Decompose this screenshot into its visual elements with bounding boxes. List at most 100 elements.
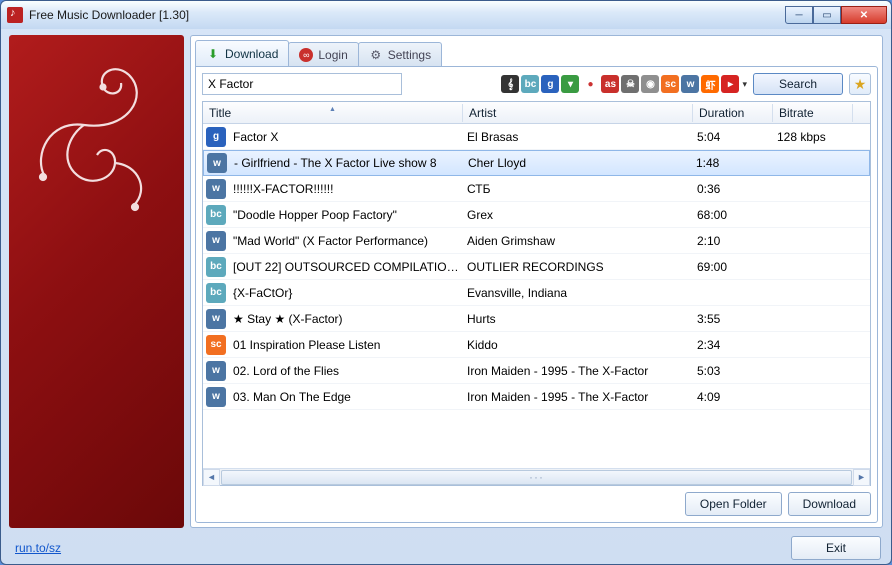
download-button[interactable]: Download (788, 492, 871, 516)
source-soundcloud-alt-icon[interactable]: ▾ (561, 75, 579, 93)
cell-bitrate: 128 kbps (773, 130, 853, 144)
source-soundcloud-icon: sc (206, 335, 226, 355)
tabs: ⬇ Download ∞ Login ⚙ Settings (195, 40, 878, 66)
search-input[interactable] (202, 73, 402, 95)
cell-title: "Mad World" (X Factor Performance) (229, 234, 463, 248)
source-vk-icon: w (206, 179, 226, 199)
tab-login[interactable]: ∞ Login (288, 42, 358, 66)
table-row[interactable]: sc01 Inspiration Please ListenKiddo2:34 (203, 332, 870, 358)
table-row[interactable]: w"Mad World" (X Factor Performance)Aiden… (203, 228, 870, 254)
cell-title: ★ Stay ★ (X-Factor) (229, 312, 463, 326)
tab-settings-label: Settings (388, 48, 431, 62)
source-vimeo-like-icon[interactable]: ◉ (641, 75, 659, 93)
tab-download-label: Download (225, 47, 278, 61)
search-button[interactable]: Search (753, 73, 843, 95)
cell-duration: 5:03 (693, 364, 773, 378)
cell-artist: Hurts (463, 312, 693, 326)
open-folder-button[interactable]: Open Folder (685, 492, 782, 516)
table-row[interactable]: bc{X-FaCtOr}Evansville, Indiana (203, 280, 870, 306)
cell-duration: 4:09 (693, 390, 773, 404)
cell-title: 01 Inspiration Please Listen (229, 338, 463, 352)
footer-link[interactable]: run.to/sz (15, 541, 61, 555)
cell-title: !!!!!!X-FACTOR!!!!!! (229, 182, 463, 196)
scroll-right-icon[interactable]: ► (853, 469, 870, 486)
grid-rows: gFactor XEl Brasas5:04128 kbpsw- Girlfri… (203, 124, 870, 468)
cell-artist: OUTLIER RECORDINGS (463, 260, 693, 274)
source-soundcloud-icon[interactable]: sc (661, 75, 679, 93)
source-grooveshark-icon[interactable]: g (541, 75, 559, 93)
login-icon: ∞ (299, 48, 313, 62)
source-mp3skull-icon[interactable]: ☠ (621, 75, 639, 93)
minimize-button[interactable]: ─ (785, 6, 813, 24)
cell-duration: 2:10 (693, 234, 773, 248)
app-icon (7, 7, 23, 23)
source-dropdown-icon[interactable]: ▾ (742, 79, 747, 90)
cell-artist: Aiden Grimshaw (463, 234, 693, 248)
table-row[interactable]: w03. Man On The EdgeIron Maiden - 1995 -… (203, 384, 870, 410)
source-prostopleer-icon[interactable]: 𝄞 (501, 75, 519, 93)
main-panel: ⬇ Download ∞ Login ⚙ Settings 𝄞bcg▾●as☠◉… (190, 35, 883, 528)
scroll-thumb[interactable]: ··· (221, 470, 852, 485)
cell-title: 02. Lord of the Flies (229, 364, 463, 378)
horizontal-scrollbar[interactable]: ◄ ··· ► (203, 468, 870, 485)
cell-title: "Doodle Hopper Poop Factory" (229, 208, 463, 222)
source-grooveshark-icon: g (206, 127, 226, 147)
cell-duration: 68:00 (693, 208, 773, 222)
source-vk-icon: w (207, 153, 227, 173)
col-duration[interactable]: Duration (693, 104, 773, 122)
source-bandcamp-icon[interactable]: bc (521, 75, 539, 93)
grid-header: Title ▲ Artist Duration Bitrate (203, 102, 870, 124)
source-vk-icon[interactable]: w (681, 75, 699, 93)
tab-settings[interactable]: ⚙ Settings (358, 42, 442, 66)
sidebar-decoration (9, 35, 184, 528)
table-row[interactable]: bc[OUT 22] OUTSOURCED COMPILATION VOL.3O… (203, 254, 870, 280)
col-bitrate[interactable]: Bitrate (773, 104, 853, 122)
cell-duration: 3:55 (693, 312, 773, 326)
cell-artist: Iron Maiden - 1995 - The X-Factor (463, 364, 693, 378)
cell-title: {X-FaCtOr} (229, 286, 463, 300)
results-grid: Title ▲ Artist Duration Bitrate gFactor … (202, 101, 871, 486)
scroll-left-icon[interactable]: ◄ (203, 469, 220, 486)
cell-artist: Kiddo (463, 338, 693, 352)
settings-icon: ⚙ (369, 48, 383, 62)
source-vk-icon: w (206, 387, 226, 407)
table-row[interactable]: w!!!!!!X-FACTOR!!!!!!СТБ0:36 (203, 176, 870, 202)
close-button[interactable]: ✕ (841, 6, 887, 24)
table-row[interactable]: gFactor XEl Brasas5:04128 kbps (203, 124, 870, 150)
source-audio-icon[interactable]: ● (581, 75, 599, 93)
cell-duration: 69:00 (693, 260, 773, 274)
col-artist[interactable]: Artist (463, 104, 693, 122)
titlebar[interactable]: Free Music Downloader [1.30] ─ ▭ ✕ (1, 1, 891, 29)
favorites-button[interactable]: ★ (849, 73, 871, 95)
cell-duration: 1:48 (692, 156, 772, 170)
cell-artist: СТБ (463, 182, 693, 196)
exit-button[interactable]: Exit (791, 536, 881, 560)
table-row[interactable]: w02. Lord of the FliesIron Maiden - 1995… (203, 358, 870, 384)
cell-duration: 2:34 (693, 338, 773, 352)
table-row[interactable]: bc"Doodle Hopper Poop Factory"Grex68:00 (203, 202, 870, 228)
table-row[interactable]: w★ Stay ★ (X-Factor)Hurts3:55 (203, 306, 870, 332)
table-row[interactable]: w- Girlfriend - The X Factor Live show 8… (203, 150, 870, 176)
sort-indicator-icon: ▲ (329, 106, 336, 113)
cell-artist: Evansville, Indiana (463, 286, 693, 300)
maximize-button[interactable]: ▭ (813, 6, 841, 24)
tab-download[interactable]: ⬇ Download (195, 40, 289, 66)
col-title[interactable]: Title ▲ (203, 104, 463, 122)
cell-duration: 0:36 (693, 182, 773, 196)
download-icon: ⬇ (206, 47, 220, 61)
cell-title: [OUT 22] OUTSOURCED COMPILATION VOL.3 (229, 260, 463, 274)
source-youtube-icon[interactable]: ▸ (721, 75, 739, 93)
tab-login-label: Login (318, 48, 347, 62)
source-bandcamp-icon: bc (206, 257, 226, 277)
footer: run.to/sz Exit (1, 536, 891, 564)
source-lastfm-icon[interactable]: as (601, 75, 619, 93)
app-window: Free Music Downloader [1.30] ─ ▭ ✕ (0, 0, 892, 565)
source-vk-icon: w (206, 309, 226, 329)
tab-body: 𝄞bcg▾●as☠◉scw虾▸▾ Search ★ Title ▲ Artist… (195, 66, 878, 523)
source-xiami-icon[interactable]: 虾 (701, 75, 719, 93)
cell-title: Factor X (229, 130, 463, 144)
source-vk-icon: w (206, 231, 226, 251)
window-title: Free Music Downloader [1.30] (29, 8, 785, 22)
source-bandcamp-icon: bc (206, 205, 226, 225)
cell-artist: Iron Maiden - 1995 - The X-Factor (463, 390, 693, 404)
